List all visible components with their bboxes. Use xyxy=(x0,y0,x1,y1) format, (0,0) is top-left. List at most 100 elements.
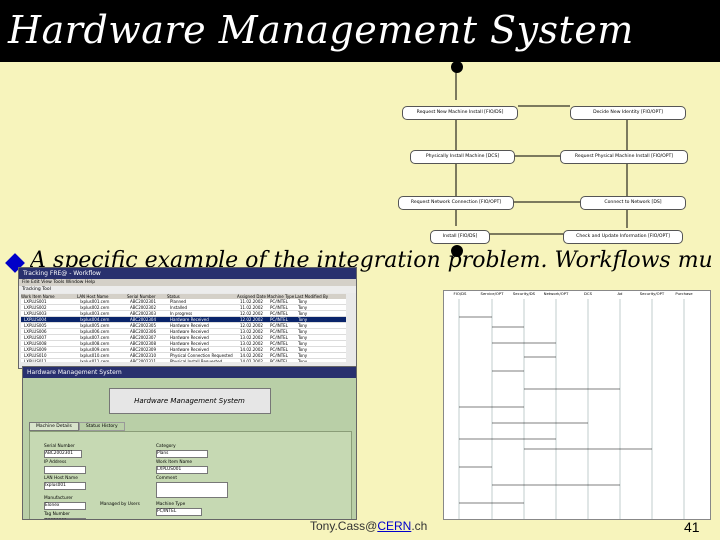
table-cell: ABC2002303 xyxy=(130,311,157,316)
table-cell: lxplus001.cern xyxy=(80,299,110,304)
field-label: Serial Number xyxy=(44,444,75,449)
table-cell: LXPLUS008 xyxy=(24,341,47,346)
table-cell: Physical Install Requested xyxy=(170,359,223,362)
table-cell: LXPLUS007 xyxy=(24,335,47,340)
table-cell: LXPLUS002 xyxy=(24,305,47,310)
ip-address-field[interactable] xyxy=(44,466,86,474)
managed-by-users-checkbox[interactable]: Managed by Users xyxy=(100,502,140,507)
table-cell: 13.02.2002 xyxy=(240,341,263,346)
table-cell: PC/INTEL xyxy=(270,317,288,322)
form-panel: Serial Number ABC2002301 IP Address LAN … xyxy=(29,431,352,519)
table-cell: ABC2002311 xyxy=(130,359,157,362)
lane-header: DCS xyxy=(584,291,592,296)
table-cell: Hardware Received xyxy=(170,341,209,346)
table-cell: Tony xyxy=(298,317,308,322)
table-cell: Installed xyxy=(170,305,188,310)
table-cell: lxplus008.cern xyxy=(80,341,110,346)
workflow-node: Request New Machine Install [FIO/DS] xyxy=(402,106,518,120)
lane-header: Security/OPT xyxy=(639,291,665,296)
table-cell: ABC2002307 xyxy=(130,335,157,340)
app-window-screenshot: Tracking FRE@ - Workflow File Edit View … xyxy=(18,267,357,369)
table-cell: PC/INTEL xyxy=(270,347,288,352)
form-window-title: Hardware Management System xyxy=(23,367,356,378)
table-cell: Tony xyxy=(298,335,308,340)
field-label: Manufacturer xyxy=(44,496,73,501)
table-cell: ABC2002302 xyxy=(130,305,157,310)
workflow-node: Install [FIO/DS] xyxy=(430,230,490,244)
table-cell: PC/INTEL xyxy=(270,305,288,310)
field-label: LAN Host Name xyxy=(44,476,78,481)
table-cell: Tony xyxy=(298,359,308,362)
app-menu-bar[interactable]: File Edit View Tools Window Help xyxy=(19,279,356,286)
field-label: Category xyxy=(156,444,176,449)
machine-type-select[interactable]: PC/INTEL xyxy=(156,508,202,516)
table-cell: lxplus005.cern xyxy=(80,323,110,328)
table-cell: Tony xyxy=(298,311,308,316)
table-cell: In progress xyxy=(170,311,193,316)
footer-email-domain: .ch xyxy=(411,519,428,533)
table-cell: Tony xyxy=(298,353,308,358)
table-cell: PC/INTEL xyxy=(270,329,288,334)
table-cell: Physical Connection Requested xyxy=(170,353,233,358)
form-window-screenshot: Hardware Management System Hardware Mana… xyxy=(22,366,357,520)
table-cell: LXPLUS005 xyxy=(24,323,47,328)
table-cell: Planned xyxy=(170,299,187,304)
table-cell: ABC2002308 xyxy=(130,341,157,346)
workflow-node: Connect to Network [DS] xyxy=(580,196,686,210)
app-tab[interactable]: Tracking Tool xyxy=(19,286,356,293)
table-cell: 12.02.2002 xyxy=(240,311,263,316)
table-cell: PC/INTEL xyxy=(270,341,288,346)
table-cell: ABC2002306 xyxy=(130,329,157,334)
table-cell: ABC2002301 xyxy=(130,299,157,304)
slide-number: 41 xyxy=(684,519,700,535)
tab-machine-details[interactable]: Machine Details xyxy=(29,422,79,431)
lane-header: FIO/DS xyxy=(453,291,467,296)
field-label: IP Address xyxy=(44,460,67,465)
table-cell: 11.02.2002 xyxy=(240,299,263,304)
table-cell: 13.02.2002 xyxy=(240,335,263,340)
table-row[interactable]: LXPLUS011 lxplus011.cern ABC2002311 Physica… xyxy=(21,359,346,362)
field-label: Comment xyxy=(156,476,178,481)
footer-email: Tony.Cass@CERN.ch xyxy=(310,519,427,533)
sequence-lines xyxy=(458,299,685,519)
table-cell: PC/INTEL xyxy=(270,359,288,362)
table-cell: 14.02.2002 xyxy=(240,353,263,358)
table-cell: lxplus004.cern xyxy=(80,317,110,322)
table-cell: 14.02.2002 xyxy=(240,347,263,352)
field-label: Tag Number xyxy=(44,512,70,517)
table-cell: lxplus007.cern xyxy=(80,335,110,340)
comment-field[interactable] xyxy=(156,482,228,498)
table-cell: 12.02.2002 xyxy=(240,317,263,322)
form-tabs: Machine Details Status History xyxy=(29,422,356,431)
category-select[interactable]: Plans xyxy=(156,450,208,458)
table-body: LXPLUS001 lxplus001.cern ABC2002301 Planned… xyxy=(21,299,346,362)
serial-number-field[interactable]: ABC2002301 xyxy=(44,450,82,458)
table-cell: 13.02.2002 xyxy=(240,329,263,334)
table-cell: Hardware Received xyxy=(170,347,209,352)
lane-header: Security/DS xyxy=(512,291,536,296)
lane-header: Service/OPT xyxy=(480,291,504,296)
field-label: Machine Type xyxy=(156,502,186,507)
sequence-lanes: FIO/DS Service/OPT Security/DS Network/OPT D… xyxy=(444,291,710,299)
table-cell: LXPLUS006 xyxy=(24,329,47,334)
table-cell: PC/INTEL xyxy=(270,299,288,304)
tab-status-history[interactable]: Status History xyxy=(78,422,125,431)
lane-header: Purchase xyxy=(675,291,693,296)
sequence-diagram: FIO/DS Service/OPT Security/DS Network/OPT D… xyxy=(443,290,711,520)
workflow-node: Physically Install Machine [DCS] xyxy=(410,150,515,164)
table-cell: LXPLUS001 xyxy=(24,299,47,304)
manufacturer-field[interactable]: Elonex xyxy=(44,502,86,510)
workflow-node: Request Physical Machine Install [FIO/OP… xyxy=(560,150,688,164)
lane-header: Network/OPT xyxy=(543,291,569,296)
table-cell: lxplus010.cern xyxy=(80,353,110,358)
table-cell: PC/INTEL xyxy=(270,353,288,358)
table-cell: Hardware Received xyxy=(170,323,209,328)
footer-email-link[interactable]: CERN xyxy=(377,519,411,533)
table-cell: lxplus006.cern xyxy=(80,329,110,334)
table-cell: ABC2002310 xyxy=(130,353,157,358)
workflow-node: Request Network Connection [FIO/OPT] xyxy=(398,196,514,210)
table-cell: Tony xyxy=(298,329,308,334)
tag-number-field[interactable]: 20020801 xyxy=(44,518,86,519)
lan-host-name-field[interactable]: lxplus001 xyxy=(44,482,86,490)
work-item-name-field[interactable]: LXPLUS001 xyxy=(156,466,208,474)
